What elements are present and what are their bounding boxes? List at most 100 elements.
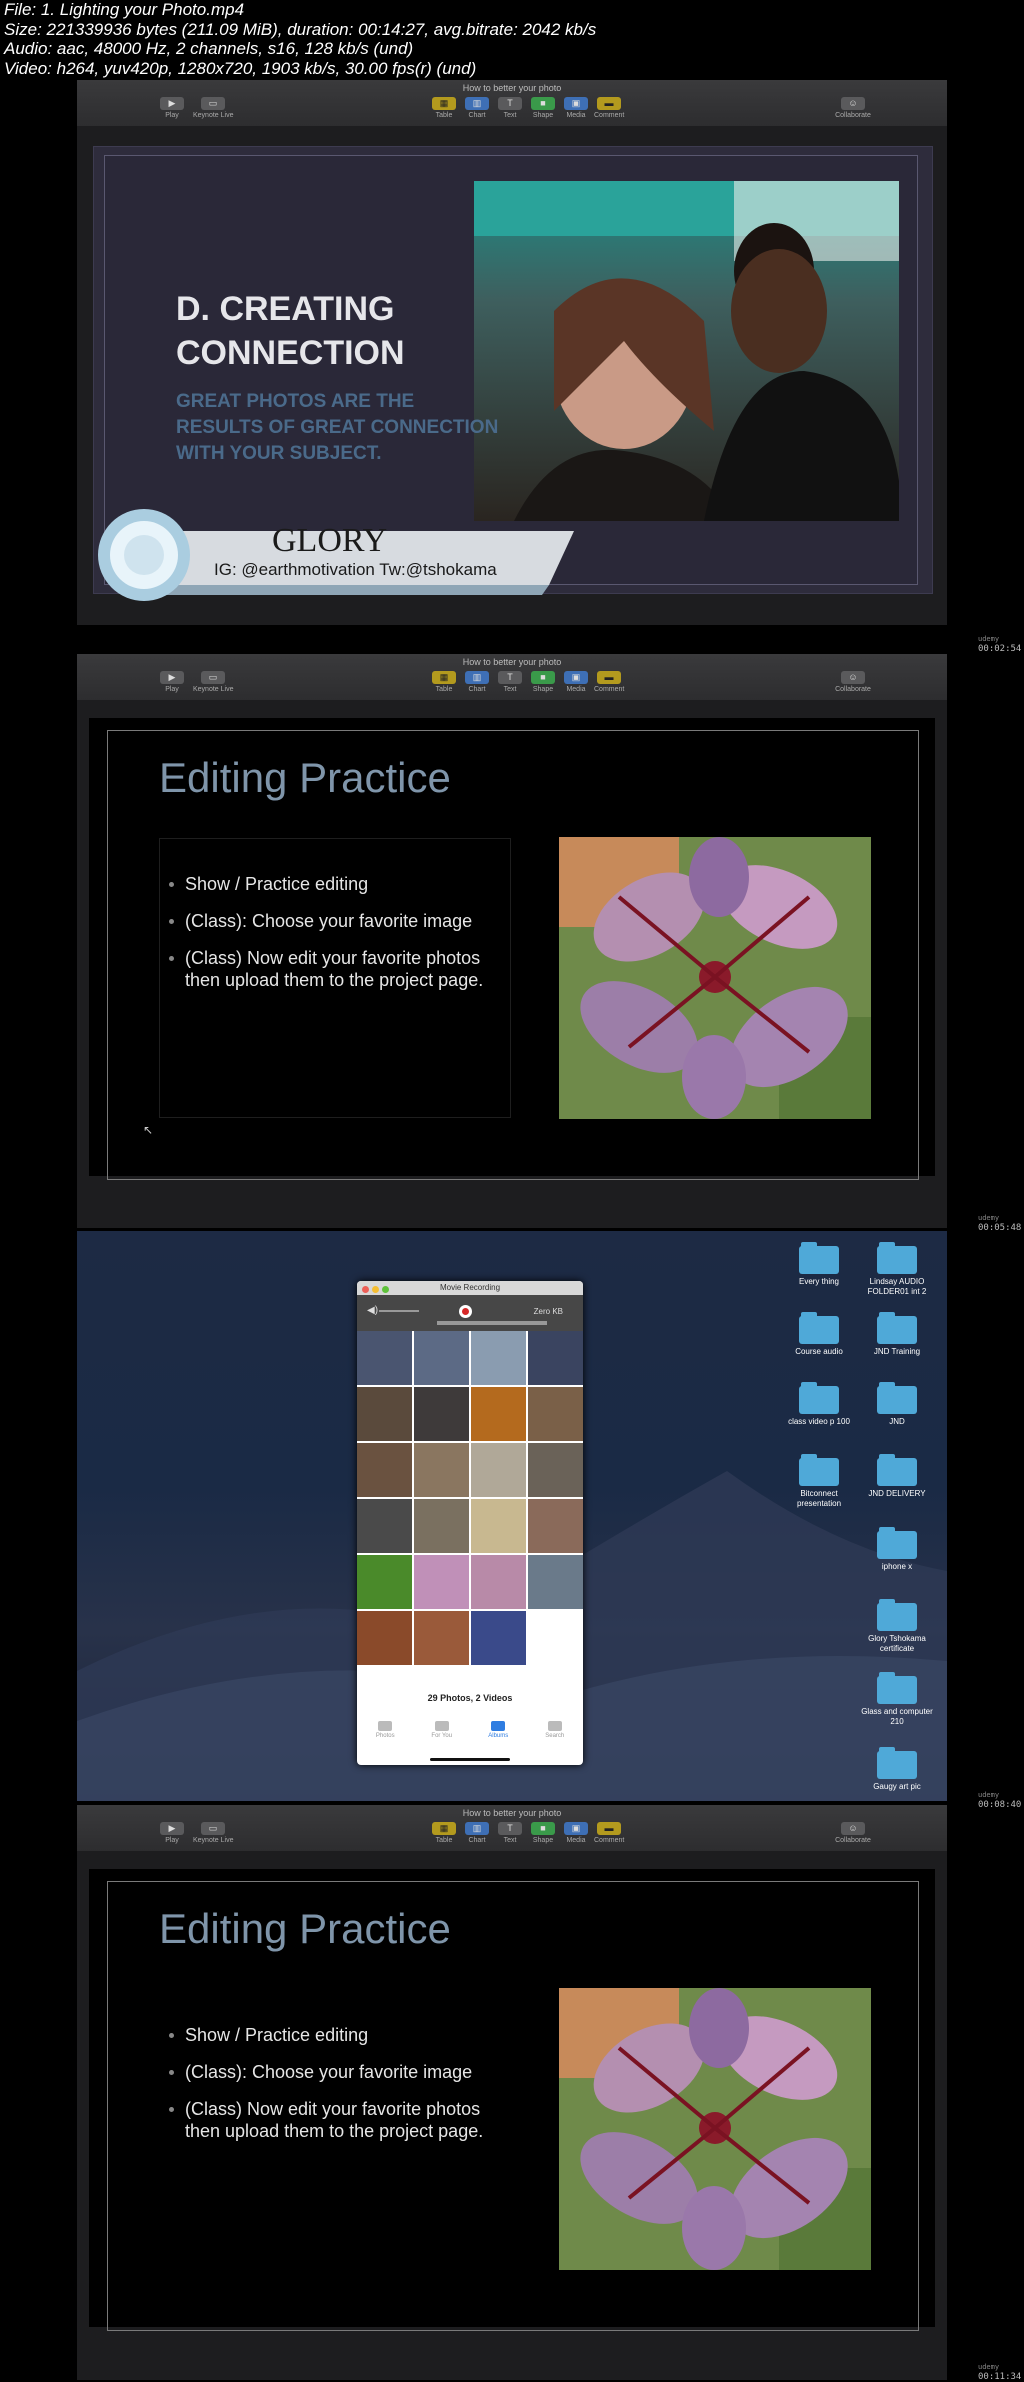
keynote-live-label: Keynote Live [193, 686, 234, 693]
brand-mark: udemy [978, 635, 1000, 643]
volume-slider[interactable] [379, 1310, 419, 1312]
folder-label: Every thing [798, 1277, 840, 1286]
keynote-toolbar: How to better your photo ▶ Play ▭ Keynote … [77, 654, 947, 701]
timestamp-value: 00:05:48 [978, 1223, 1022, 1233]
photo-thumbnail[interactable] [414, 1611, 469, 1665]
maximize-icon[interactable] [382, 1286, 389, 1293]
photo-thumbnail[interactable] [471, 1387, 526, 1441]
desktop-folder[interactable]: Every thing [779, 1242, 859, 1287]
photo-thumbnail[interactable] [528, 1443, 583, 1497]
keynote-live-icon: ▭ [201, 1822, 225, 1835]
table-label: Table [435, 1837, 453, 1844]
close-icon[interactable] [362, 1286, 369, 1293]
table-button[interactable]: ▦ Table [429, 1822, 459, 1844]
photo-thumbnail[interactable] [471, 1555, 526, 1609]
minimize-icon[interactable] [372, 1286, 379, 1293]
photo-thumbnail[interactable] [357, 1555, 412, 1609]
desktop-folder[interactable]: Lindsay AUDIO FOLDER01 int 2 [857, 1242, 937, 1297]
brand-mark: udemy [978, 1791, 1000, 1799]
photo-thumbnail[interactable] [528, 1387, 583, 1441]
keynote-live-button[interactable]: ▭ Keynote Live [193, 1822, 233, 1844]
chart-button[interactable]: ▥ Chart [462, 97, 492, 119]
comment-button[interactable]: ▬ Comment [594, 97, 624, 119]
desktop-folder[interactable]: JND Training [857, 1312, 937, 1357]
text-button[interactable]: T Text [495, 671, 525, 693]
collaborate-button[interactable]: ☺ Collaborate [833, 1822, 873, 1844]
slide-editing-practice: Editing Practice Show / Practice editing… [89, 718, 935, 1180]
desktop-folder[interactable]: JND DELIVERY [857, 1454, 937, 1499]
document-title: How to better your photo [462, 1808, 562, 1818]
keynote-live-button[interactable]: ▭ Keynote Live [193, 671, 233, 693]
photo-thumbnail[interactable] [471, 1611, 526, 1665]
tab-for-you[interactable]: For You [417, 1717, 467, 1757]
text-icon: T [498, 1822, 522, 1835]
shape-button[interactable]: ■ Shape [528, 1822, 558, 1844]
desktop-folder[interactable]: JND [857, 1382, 937, 1427]
photo-thumbnail[interactable] [414, 1387, 469, 1441]
photo-thumbnail[interactable] [471, 1499, 526, 1553]
shape-button[interactable]: ■ Shape [528, 671, 558, 693]
media-button[interactable]: ▣ Media [561, 1822, 591, 1844]
tab-search[interactable]: Search [530, 1717, 580, 1757]
media-button[interactable]: ▣ Media [561, 97, 591, 119]
keynote-live-icon: ▭ [201, 671, 225, 684]
folder-label: Glory Tshokama certificate [868, 1634, 926, 1653]
brand-mark: udemy [978, 2363, 1000, 2371]
table-button[interactable]: ▦ Table [429, 97, 459, 119]
collaborate-button[interactable]: ☺ Collaborate [833, 97, 873, 119]
photo-thumbnail[interactable] [357, 1499, 412, 1553]
play-label: Play [165, 686, 179, 693]
folder-icon [799, 1382, 839, 1414]
desktop-folder[interactable]: class video p 100 [779, 1382, 859, 1427]
desktop-folder[interactable]: iphone x [857, 1527, 937, 1572]
photo-thumbnail[interactable] [528, 1555, 583, 1609]
movie-recording-window[interactable]: Movie Recording ◀) Zero KB 29 Photos, 2 … [357, 1281, 583, 1765]
tab-photos[interactable]: Photos [360, 1717, 410, 1757]
desktop-folder[interactable]: Course audio [779, 1312, 859, 1357]
home-indicator [430, 1758, 510, 1761]
photo-thumbnail[interactable] [357, 1331, 412, 1385]
shape-icon: ■ [531, 97, 555, 110]
photo-thumbnail[interactable] [357, 1387, 412, 1441]
tab-label: Albums [488, 1733, 509, 1739]
chart-button[interactable]: ▥ Chart [462, 1822, 492, 1844]
text-button[interactable]: T Text [495, 97, 525, 119]
play-button[interactable]: ▶ Play [157, 671, 187, 693]
chart-button[interactable]: ▥ Chart [462, 671, 492, 693]
photo-thumbnail[interactable] [528, 1331, 583, 1385]
photo-thumbnail[interactable] [528, 1499, 583, 1553]
desktop-folder[interactable]: Glass and computer 210 [857, 1672, 937, 1727]
folder-icon [877, 1242, 917, 1274]
table-label: Table [435, 686, 453, 693]
photo-thumbnail[interactable] [357, 1443, 412, 1497]
bullet-item: (Class) Now edit your favorite photos th… [169, 947, 519, 991]
photo-thumbnail[interactable] [414, 1443, 469, 1497]
folder-label: iphone x [881, 1562, 913, 1571]
keynote-live-button[interactable]: ▭ Keynote Live [193, 97, 233, 119]
desktop-folder[interactable]: Gaugy art pic [857, 1747, 937, 1792]
desktop-folder[interactable]: Glory Tshokama certificate [857, 1599, 937, 1654]
photo-thumbnail[interactable] [357, 1611, 412, 1665]
collaborate-button[interactable]: ☺ Collaborate [833, 671, 873, 693]
bullet-item: (Class) Now edit your favorite photos th… [169, 2098, 519, 2142]
desktop-folder[interactable]: Bitconnect presentation [779, 1454, 859, 1509]
shape-button[interactable]: ■ Shape [528, 97, 558, 119]
photo-thumbnail[interactable] [471, 1331, 526, 1385]
volume-icon[interactable]: ◀) [367, 1305, 378, 1316]
file-info-line: Size: 221339936 bytes (211.09 MiB), dura… [4, 19, 597, 39]
comment-button[interactable]: ▬ Comment [594, 1822, 624, 1844]
photo-thumbnail[interactable] [471, 1443, 526, 1497]
play-button[interactable]: ▶ Play [157, 1822, 187, 1844]
tab-albums[interactable]: Albums [473, 1717, 523, 1757]
record-button[interactable] [459, 1305, 472, 1318]
play-icon: ▶ [160, 97, 184, 110]
photo-thumbnail[interactable] [414, 1555, 469, 1609]
table-button[interactable]: ▦ Table [429, 671, 459, 693]
play-button[interactable]: ▶ Play [157, 97, 187, 119]
media-button[interactable]: ▣ Media [561, 671, 591, 693]
photo-thumbnail[interactable] [414, 1499, 469, 1553]
comment-button[interactable]: ▬ Comment [594, 671, 624, 693]
photo-thumbnail[interactable] [414, 1331, 469, 1385]
window-title: Movie Recording [439, 1283, 501, 1292]
text-button[interactable]: T Text [495, 1822, 525, 1844]
